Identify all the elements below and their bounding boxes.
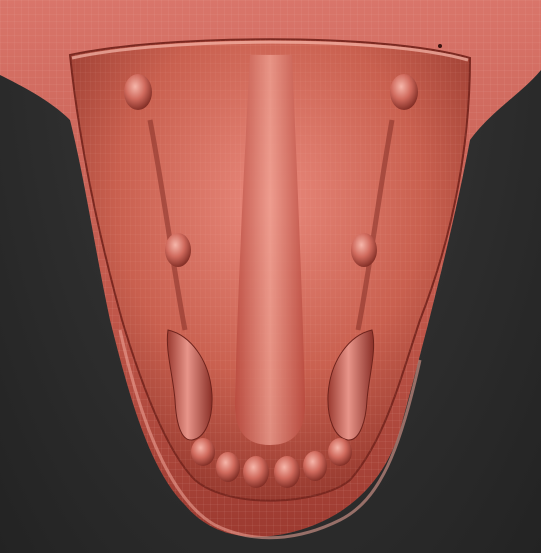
clay-sculpt-render — [0, 0, 541, 540]
tooth — [216, 452, 240, 482]
marker-dot — [438, 44, 442, 48]
inner-palate — [68, 38, 472, 502]
tooth — [274, 456, 300, 488]
bump-upper-left — [124, 74, 152, 110]
bump-upper-right — [390, 74, 418, 110]
sculpt-viewport[interactable] — [0, 0, 541, 553]
bump-middle-left — [165, 233, 191, 267]
tooth — [243, 456, 269, 488]
tooth — [328, 438, 352, 466]
tooth — [303, 451, 327, 481]
bump-middle-right — [351, 233, 377, 267]
tooth — [191, 438, 215, 466]
